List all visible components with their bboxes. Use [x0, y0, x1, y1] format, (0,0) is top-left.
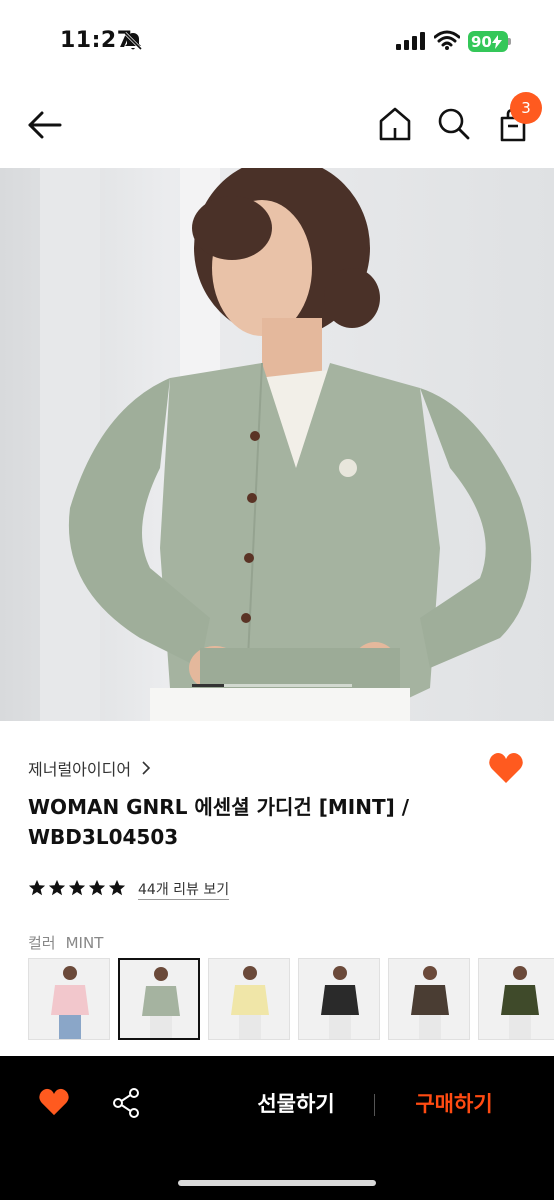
color-swatch[interactable]: [28, 958, 110, 1040]
share-icon[interactable]: [112, 1088, 140, 1118]
button-divider: [374, 1094, 375, 1116]
home-icon[interactable]: [378, 106, 412, 142]
star-icon: [68, 879, 86, 896]
swatch-thumbnail: [29, 959, 109, 1039]
star-icon: [88, 879, 106, 896]
gift-button[interactable]: 선물하기: [236, 1086, 356, 1122]
product-title-line1: WOMAN GNRL 에센셜 가디건 [MINT] /: [28, 795, 410, 819]
swatch-thumbnail: [209, 959, 289, 1039]
nav-bar: [0, 80, 554, 168]
bottom-action-bar: 선물하기 구매하기: [0, 1056, 554, 1200]
color-swatch[interactable]: [208, 958, 290, 1040]
color-swatch[interactable]: [118, 958, 200, 1040]
search-icon[interactable]: [436, 106, 470, 142]
color-swatch[interactable]: [298, 958, 380, 1040]
wifi-icon: [434, 30, 460, 50]
color-swatches: [28, 958, 554, 1042]
color-value: MINT: [65, 934, 104, 952]
swatch-thumbnail: [120, 960, 198, 1038]
battery-tip: [508, 38, 511, 45]
star-icon: [28, 879, 46, 896]
color-option-label: 컬러 MINT: [28, 932, 103, 953]
battery-level: 90: [471, 32, 492, 51]
bell-slash-icon: [123, 31, 143, 51]
color-swatch[interactable]: [478, 958, 554, 1040]
product-title: WOMAN GNRL 에센셜 가디건 [MINT] / WBD3L04503: [28, 792, 498, 852]
home-indicator: [178, 1180, 376, 1186]
review-link[interactable]: 44개 리뷰 보기: [138, 881, 230, 900]
product-title-line2: WBD3L04503: [28, 825, 179, 849]
heart-icon[interactable]: [38, 1088, 70, 1116]
carousel-indicator: [192, 684, 352, 687]
charging-bolt-icon: [491, 34, 502, 49]
color-label: 컬러: [28, 934, 56, 952]
signal-icon: [396, 32, 425, 50]
cart-count-badge: 3: [510, 92, 542, 124]
brand-name: 제너럴아이디어: [28, 760, 132, 779]
color-swatch[interactable]: [388, 958, 470, 1040]
status-bar: 11:27 90: [0, 0, 554, 80]
swatch-thumbnail: [479, 959, 554, 1039]
swatch-thumbnail: [389, 959, 469, 1039]
carousel-active-dot: [192, 684, 224, 687]
star-icon: [108, 879, 126, 896]
brand-link[interactable]: 제너럴아이디어: [28, 756, 151, 780]
product-image-carousel[interactable]: [0, 168, 554, 721]
star-icon: [48, 879, 66, 896]
swatch-thumbnail: [299, 959, 379, 1039]
rating-stars: [28, 879, 126, 897]
heart-icon[interactable]: [488, 752, 524, 784]
product-photo: [0, 168, 554, 721]
buy-button[interactable]: 구매하기: [394, 1086, 514, 1122]
back-arrow-icon[interactable]: [26, 108, 64, 142]
battery-indicator: 90: [468, 31, 508, 52]
chevron-right-icon: [142, 761, 151, 775]
